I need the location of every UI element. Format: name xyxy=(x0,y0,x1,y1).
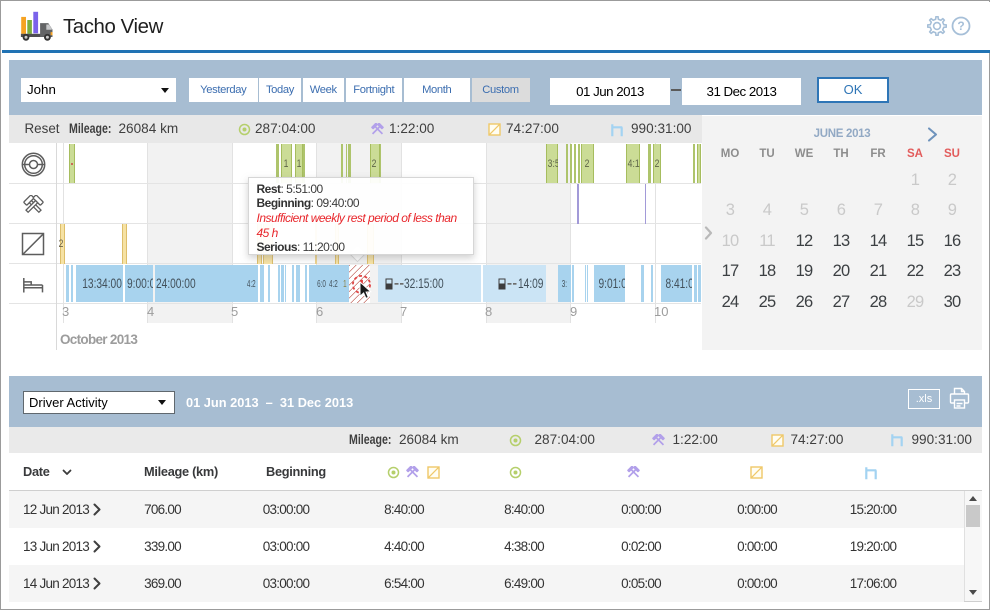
svg-text:?: ? xyxy=(957,19,964,33)
